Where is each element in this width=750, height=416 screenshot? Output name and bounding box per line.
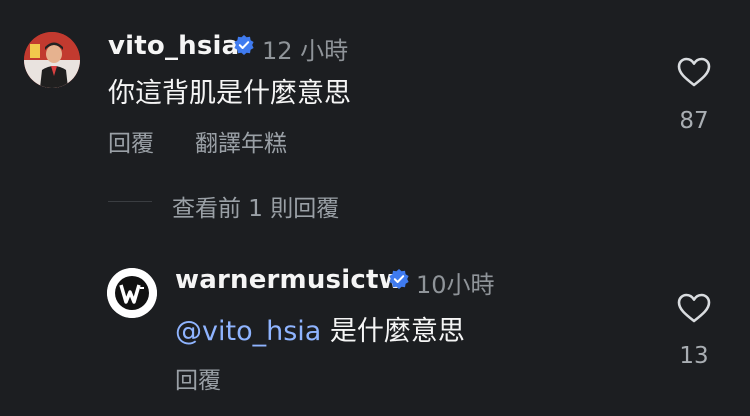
mention-link[interactable]: @vito_hsia: [175, 316, 321, 347]
avatar-warnermusictw[interactable]: [107, 268, 157, 318]
user-avatar-photo-icon: [24, 32, 80, 88]
view-replies-button[interactable]: 查看前 1 則回覆: [172, 189, 339, 223]
avatar-vito-hsia[interactable]: [24, 32, 80, 88]
reply-like-count: 13: [679, 343, 709, 369]
reply-text: @vito_hsia 是什麼意思: [175, 309, 465, 348]
replies-divider: [108, 201, 152, 202]
comment-text: 你這背肌是什麼意思: [108, 78, 351, 109]
reply-button[interactable]: 回覆: [108, 124, 154, 158]
comment-username[interactable]: vito_hsia: [108, 31, 239, 61]
verified-badge-icon: [389, 269, 409, 289]
reply-username[interactable]: warnermusictw: [175, 265, 403, 295]
like-heart-icon[interactable]: [677, 57, 711, 87]
like-count: 87: [679, 108, 709, 134]
like-heart-icon[interactable]: [677, 293, 711, 323]
warner-music-logo-icon: [107, 268, 157, 318]
reply-reply-button[interactable]: 回覆: [175, 361, 221, 395]
comment-timestamp: 12 小時: [262, 37, 349, 65]
reply-text-body: 是什麼意思: [321, 316, 465, 347]
verified-badge-icon: [234, 35, 254, 55]
reply-timestamp: 10小時: [416, 271, 495, 299]
translate-button[interactable]: 翻譯年糕: [195, 124, 287, 158]
